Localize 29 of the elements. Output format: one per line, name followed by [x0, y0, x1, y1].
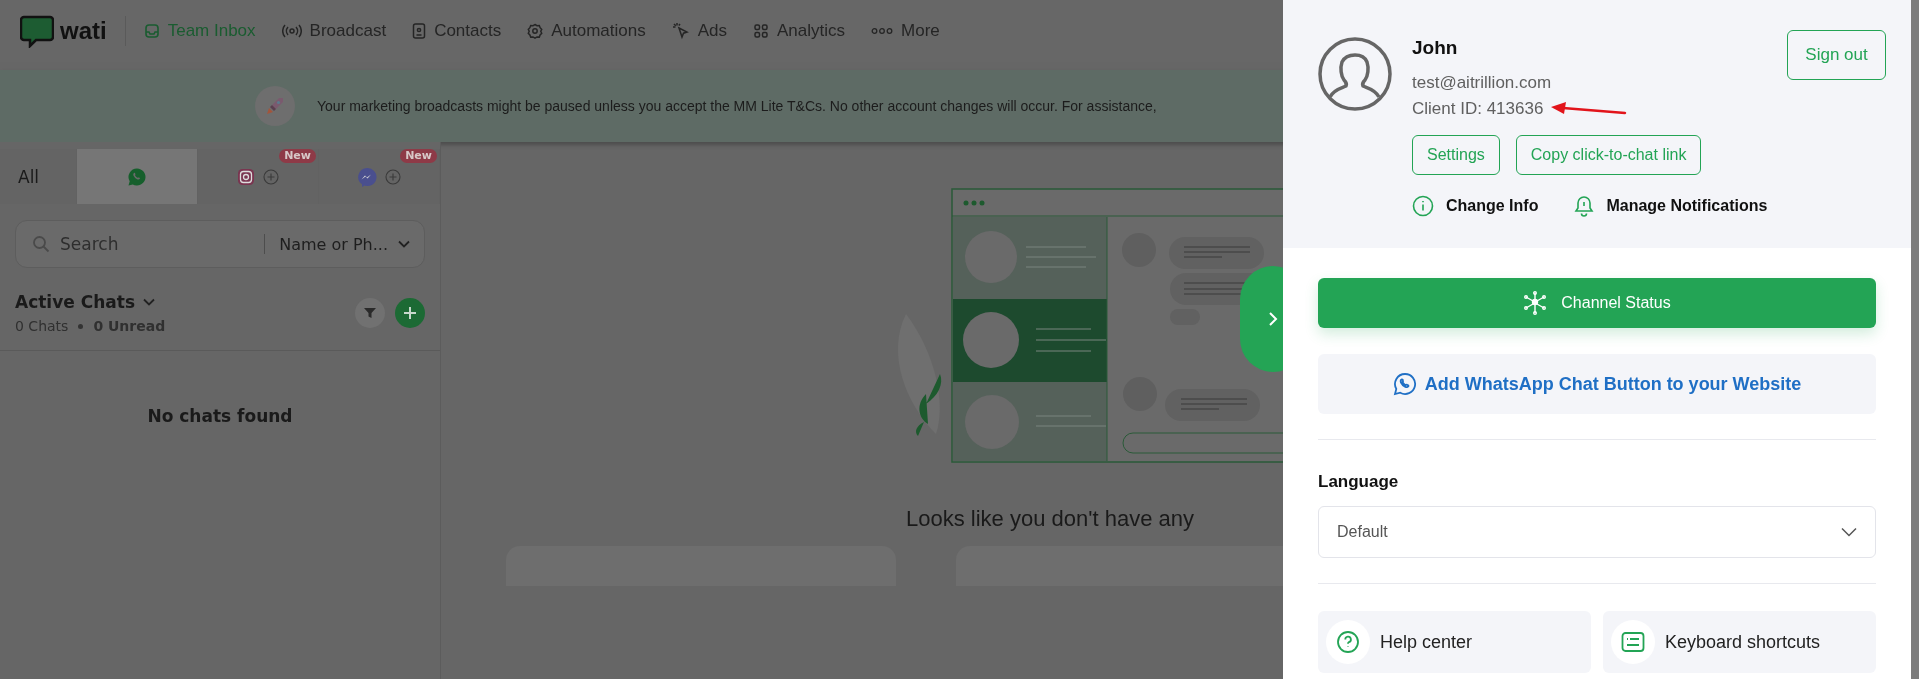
empty-state-headline: Looks like you don't have any	[906, 506, 1194, 532]
profile-link[interactable]: Manage Notifications	[1574, 195, 1768, 217]
nav-link[interactable]: Contacts	[412, 21, 502, 41]
nav-link[interactable]: Automations	[527, 21, 646, 41]
shortcut-card[interactable]: Help center	[1318, 611, 1591, 673]
sign-out-button[interactable]: Sign out	[1787, 30, 1886, 80]
user-name: John	[1412, 37, 1459, 59]
nav-link[interactable]: Ads	[671, 21, 727, 41]
banner-message: Your marketing broadcasts might be paused unless you accept the MM Lite T&Cs. No other account changes will occur. For assistance,	[317, 98, 1157, 114]
new-badge: New	[400, 149, 437, 163]
language-select[interactable]: Default	[1318, 506, 1876, 558]
shortcut-card[interactable]: Keyboard shortcuts	[1603, 611, 1876, 673]
nav-link[interactable]: Analytics	[753, 21, 846, 41]
profile-link[interactable]: Change Info	[1412, 195, 1539, 217]
add-whatsapp-chat-button[interactable]: Add WhatsApp Chat Button to your Website	[1318, 354, 1876, 414]
logo-text: wati	[60, 17, 107, 45]
profile-action-button[interactable]: Copy click-to-chat link	[1515, 135, 1702, 175]
client-id: Client ID: 413636	[1412, 99, 1544, 119]
user-email: test@aitrillion.com	[1412, 73, 1553, 93]
language-label: Language	[1318, 472, 1400, 492]
empty-chats-message: No chats found	[146, 406, 294, 426]
channel-status-button[interactable]: Channel Status	[1318, 278, 1876, 328]
search-field[interactable]: Search Name or Ph...	[15, 220, 425, 268]
profile-action-button[interactable]: Settings	[1412, 135, 1500, 175]
nav-link[interactable]: Broadcast	[281, 21, 387, 41]
search-filter-dropdown[interactable]: Name or Ph...	[273, 234, 410, 254]
active-chats-dropdown[interactable]: Active Chats	[15, 292, 166, 312]
nav-link[interactable]: More	[871, 21, 940, 41]
new-badge: New	[279, 149, 316, 163]
